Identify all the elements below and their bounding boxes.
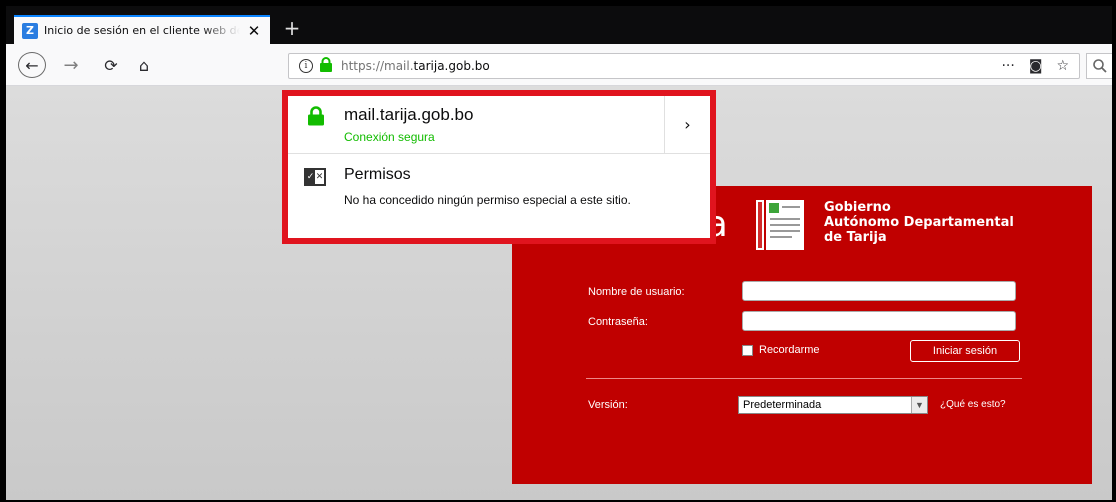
forward-button[interactable]: → bbox=[58, 52, 84, 78]
address-bar[interactable]: i https://mail.tarija.gob.bo ··· ◙ ☆ bbox=[288, 53, 1080, 79]
site-info-icon[interactable]: i bbox=[299, 59, 313, 73]
username-label: Nombre de usuario: bbox=[588, 286, 685, 298]
chevron-down-icon[interactable]: ▼ bbox=[911, 397, 927, 413]
tab-strip: Z Inicio de sesión en el cliente web de … bbox=[6, 6, 1112, 44]
password-label: Contraseña: bbox=[588, 316, 648, 328]
browser-window: Z Inicio de sesión en el cliente web de … bbox=[6, 6, 1112, 500]
tab-zimbra-login[interactable]: Z Inicio de sesión en el cliente web de … bbox=[14, 15, 270, 44]
permissions-icon: ✓ ✕ bbox=[304, 168, 326, 186]
site-host: mail.tarija.gob.bo bbox=[344, 105, 474, 124]
version-selected-value: Predeterminada bbox=[743, 399, 822, 411]
navigation-toolbar: ← → ⟳ ⌂ i https://mail.tarija.gob.bo ···… bbox=[6, 44, 1112, 86]
close-tab-icon[interactable]: ✕ bbox=[246, 22, 262, 40]
page-actions: ··· ◙ ☆ bbox=[1001, 54, 1079, 78]
zimbra-favicon-icon: Z bbox=[22, 22, 38, 39]
remember-me-label: Recordarme bbox=[759, 344, 820, 356]
permissions-title: Permisos bbox=[344, 166, 411, 183]
chevron-right-icon[interactable]: › bbox=[664, 96, 710, 153]
site-identity-popup: mail.tarija.gob.bo Conexión segura › ✓ ✕… bbox=[282, 90, 716, 244]
version-label: Versión: bbox=[588, 399, 628, 411]
secure-connection-label: Conexión segura bbox=[344, 130, 435, 144]
version-select[interactable]: Predeterminada ▼ bbox=[738, 396, 928, 414]
page-actions-menu-icon[interactable]: ··· bbox=[1001, 58, 1014, 74]
checkbox-box[interactable] bbox=[742, 344, 753, 356]
tab-title: Inicio de sesión en el cliente web de Zi… bbox=[44, 24, 240, 37]
government-name: Gobierno Autónomo Departamental de Tarij… bbox=[824, 200, 1014, 245]
permissions-description: No ha concedido ningún permiso especial … bbox=[344, 193, 631, 207]
login-button[interactable]: Iniciar sesión bbox=[910, 340, 1020, 362]
lock-icon bbox=[306, 106, 326, 130]
home-button[interactable]: ⌂ bbox=[130, 52, 158, 78]
lock-icon[interactable] bbox=[319, 56, 333, 76]
whats-this-link[interactable]: ¿Qué es esto? bbox=[940, 399, 1006, 410]
divider bbox=[586, 378, 1022, 379]
reload-button[interactable]: ⟳ bbox=[98, 52, 124, 78]
bookmark-star-icon[interactable]: ☆ bbox=[1056, 58, 1069, 74]
new-tab-button[interactable]: + bbox=[280, 16, 304, 40]
site-security-row[interactable]: mail.tarija.gob.bo Conexión segura › bbox=[288, 96, 710, 154]
username-field[interactable] bbox=[742, 281, 1016, 301]
url-text[interactable]: https://mail.tarija.gob.bo bbox=[341, 59, 490, 73]
password-field[interactable] bbox=[742, 311, 1016, 331]
pocket-icon[interactable]: ◙ bbox=[1029, 58, 1043, 74]
search-icon[interactable] bbox=[1086, 53, 1112, 79]
back-button[interactable]: ← bbox=[18, 52, 46, 78]
government-logo bbox=[756, 200, 820, 250]
remember-me-checkbox[interactable]: Recordarme bbox=[742, 344, 820, 356]
